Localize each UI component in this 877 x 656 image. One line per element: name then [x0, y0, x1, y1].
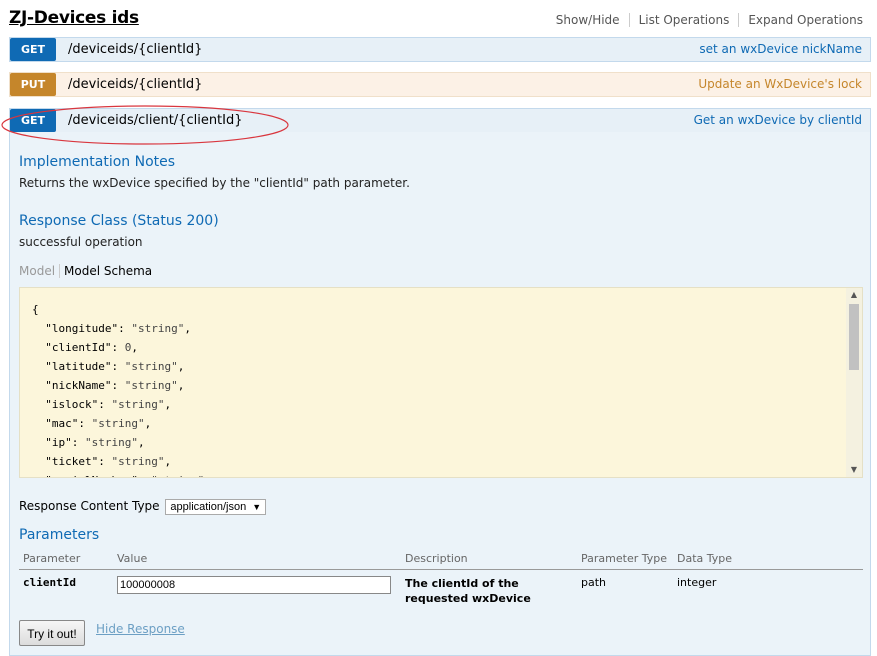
- col-value: Value: [113, 547, 401, 570]
- parameters-header-row: Parameter Value Description Parameter Ty…: [19, 547, 863, 570]
- tab-model[interactable]: Model: [19, 264, 61, 278]
- resource-title[interactable]: ZJ-Devices ids: [9, 8, 139, 28]
- schema-key: "ip":: [32, 436, 85, 449]
- expand-operations-link[interactable]: Expand Operations: [739, 13, 863, 27]
- dropdown-arrow-icon: ▼: [252, 502, 262, 512]
- select-value: application/json: [170, 501, 247, 513]
- scroll-down-arrow-icon[interactable]: ▼: [846, 463, 862, 477]
- clientid-input[interactable]: [117, 576, 391, 594]
- schema-line: "mac": "string",: [32, 417, 152, 430]
- resource-links: Show/Hide List Operations Expand Operati…: [547, 13, 863, 27]
- schema-line: "nickName": "string",: [32, 379, 185, 392]
- col-description: Description: [401, 547, 577, 570]
- param-value-cell: [113, 570, 401, 613]
- schema-line: "latitude": "string",: [32, 360, 185, 373]
- model-tabs: Model Model Schema: [19, 264, 152, 278]
- schema-key: "nickName":: [32, 379, 125, 392]
- schema-value: 0: [124, 341, 132, 354]
- schema-key: "mac":: [32, 417, 92, 430]
- tab-model-schema[interactable]: Model Schema: [60, 264, 152, 278]
- schema-key: "latitude":: [32, 360, 125, 373]
- param-data-type: integer: [677, 576, 717, 589]
- operation-path[interactable]: /deviceids/{clientId}: [68, 73, 202, 96]
- param-type: path: [581, 576, 607, 589]
- schema-line: "longitude": "string",: [32, 322, 191, 335]
- schema-value: "string": [124, 360, 178, 373]
- response-content-type-select[interactable]: application/json ▼: [165, 499, 267, 515]
- try-it-out-button[interactable]: Try it out!: [19, 620, 85, 646]
- schema-line: "islock": "string",: [32, 398, 172, 411]
- schema-value: "string": [111, 455, 165, 468]
- scroll-up-arrow-icon[interactable]: ▲: [846, 288, 862, 302]
- schema-key: "ticket":: [32, 455, 112, 468]
- red-ellipse-annotation: [1, 105, 289, 145]
- operation-summary[interactable]: Get an wxDevice by clientId: [694, 109, 862, 132]
- parameters-heading: Parameters: [19, 527, 100, 543]
- schema-scrollbar[interactable]: ▲ ▼: [846, 288, 862, 477]
- schema-value: "string": [131, 322, 185, 335]
- col-data-type: Data Type: [673, 547, 863, 570]
- schema-key: "longitude":: [32, 322, 132, 335]
- hide-response-link[interactable]: Hide Response: [96, 622, 185, 636]
- table-row: clientId The clientId of the requested w…: [19, 570, 863, 613]
- model-schema-code: { "longitude": "string", "clientId": 0, …: [32, 300, 204, 477]
- schema-line: "serialNumber": "string": [32, 471, 204, 477]
- scroll-thumb[interactable]: [849, 304, 859, 370]
- method-badge[interactable]: GET: [10, 38, 56, 61]
- schema-line: {: [32, 303, 39, 316]
- schema-value: "string": [91, 417, 145, 430]
- schema-key: "clientId":: [32, 341, 125, 354]
- resource-header: ZJ-Devices ids Show/Hide List Operations…: [9, 6, 869, 32]
- param-description: The clientId of the requested wxDevice: [405, 577, 531, 605]
- schema-value: "string": [84, 436, 138, 449]
- operation-get-deviceid[interactable]: GET /deviceids/{clientId} set an wxDevic…: [9, 37, 871, 62]
- parameters-table: Parameter Value Description Parameter Ty…: [19, 547, 863, 612]
- col-parameter-type: Parameter Type: [577, 547, 673, 570]
- schema-key: "serialNumber":: [32, 474, 151, 477]
- response-content-type-label: Response Content Type: [19, 499, 160, 513]
- schema-value: "string": [111, 398, 165, 411]
- operation-summary[interactable]: set an wxDevice nickName: [699, 38, 862, 61]
- schema-line: "clientId": 0,: [32, 341, 138, 354]
- operation-details: Implementation Notes Returns the wxDevic…: [9, 132, 871, 656]
- method-badge[interactable]: PUT: [10, 73, 56, 96]
- response-class-heading: Response Class (Status 200): [19, 213, 219, 229]
- param-name: clientId: [23, 576, 76, 589]
- list-operations-link[interactable]: List Operations: [630, 13, 740, 27]
- model-schema-box[interactable]: { "longitude": "string", "clientId": 0, …: [19, 287, 863, 478]
- col-parameter: Parameter: [19, 547, 113, 570]
- operation-summary[interactable]: Update an WxDevice's lock: [698, 73, 862, 96]
- show-hide-link[interactable]: Show/Hide: [547, 13, 630, 27]
- schema-line: "ip": "string",: [32, 436, 145, 449]
- operation-path[interactable]: /deviceids/{clientId}: [68, 38, 202, 61]
- schema-value: "string": [124, 379, 178, 392]
- response-class-text: successful operation: [19, 235, 143, 249]
- schema-value: "string": [151, 474, 204, 477]
- implementation-notes-text: Returns the wxDevice specified by the "c…: [19, 176, 410, 190]
- operation-put-deviceid[interactable]: PUT /deviceids/{clientId} Update an WxDe…: [9, 72, 871, 97]
- response-content-type: Response Content Type application/json ▼: [19, 499, 267, 515]
- schema-line: "ticket": "string",: [32, 455, 172, 468]
- implementation-notes-heading: Implementation Notes: [19, 154, 176, 170]
- schema-key: "islock":: [32, 398, 112, 411]
